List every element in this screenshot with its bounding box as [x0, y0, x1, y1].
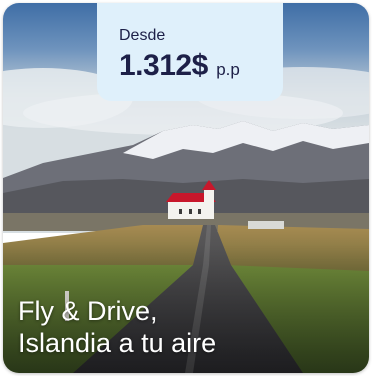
- price-unit: p.p: [216, 60, 240, 79]
- offer-title: Fly & Drive, Islandia a tu aire: [18, 295, 358, 359]
- offer-card[interactable]: Desde 1.312$ p.p Fly & Drive, Islandia a…: [3, 3, 369, 373]
- price-row: 1.312$ p.p: [119, 49, 283, 83]
- price-from-label: Desde: [119, 27, 166, 44]
- offer-title-line-1: Fly & Drive,: [18, 296, 158, 326]
- price-badge: Desde 1.312$ p.p: [97, 3, 283, 101]
- price-amount: 1.312$: [119, 49, 208, 82]
- offer-title-line-2: Islandia a tu aire: [18, 328, 217, 358]
